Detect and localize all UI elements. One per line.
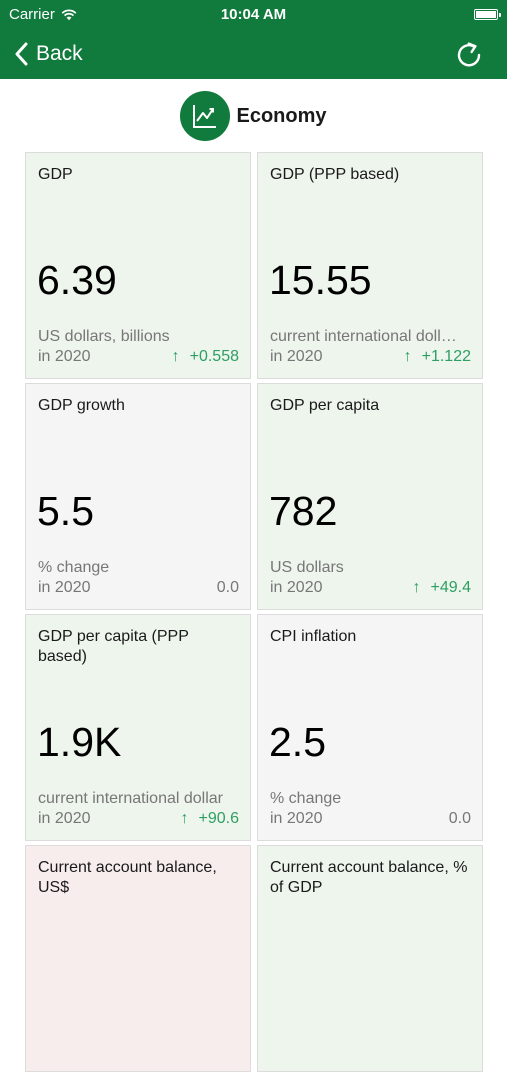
card-change-value: 0.0 <box>448 810 471 827</box>
arrow-up-icon: ↑ <box>403 348 412 365</box>
card-year: in 2020 <box>270 810 323 827</box>
card-year: in 2020 <box>270 348 323 365</box>
card-year: in 2020 <box>38 348 91 365</box>
card-unit: current international dollar <box>38 790 223 807</box>
card-change: ↑ +1.122 <box>404 347 471 367</box>
card-change: 0.0 <box>217 578 239 598</box>
navigation-bar: Back <box>0 30 507 79</box>
section-title: Economy <box>236 104 327 127</box>
arrow-up-icon: ↑ <box>412 579 421 596</box>
card-value: 5.5 <box>37 488 94 534</box>
chevron-left-icon <box>15 42 28 66</box>
indicator-card[interactable]: GDP per capita (PPP based) 1.9K current … <box>25 614 251 841</box>
card-title: GDP per capita <box>270 397 380 414</box>
card-title: CPI inflation <box>270 628 357 645</box>
card-change: 0.0 <box>449 809 471 829</box>
card-year: in 2020 <box>38 579 91 596</box>
arrow-up-icon: ↑ <box>171 348 180 365</box>
battery-icon <box>474 9 501 20</box>
card-change-value: +1.122 <box>421 348 471 365</box>
card-change: ↑ +90.6 <box>181 809 239 829</box>
line-chart-icon <box>180 91 231 141</box>
card-unit: US dollars, billions <box>38 328 170 345</box>
arrow-up-icon: ↑ <box>180 810 189 827</box>
card-unit: % change <box>270 790 342 807</box>
indicator-card[interactable]: CPI inflation 2.5 % change in 2020 0.0 <box>257 614 483 841</box>
indicator-card[interactable]: GDP growth 5.5 % change in 2020 0.0 <box>25 383 251 610</box>
section-header: Economy <box>0 89 507 143</box>
card-unit: current international doll… <box>270 328 457 345</box>
indicator-grid: GDP 6.39 US dollars, billions in 2020 ↑ … <box>25 152 483 1072</box>
card-value: 15.55 <box>269 257 372 303</box>
refresh-button[interactable] <box>454 40 484 70</box>
card-title: Current account balance, US$ <box>38 859 217 896</box>
card-change-value: +90.6 <box>198 810 239 827</box>
card-change-value: +0.558 <box>189 348 239 365</box>
card-unit: US dollars <box>270 559 344 576</box>
back-button[interactable]: Back <box>14 39 83 69</box>
status-time: 10:04 AM <box>220 6 287 23</box>
indicator-card[interactable]: Current account balance, % of GDP <box>257 845 483 1072</box>
card-year: in 2020 <box>270 579 323 596</box>
card-title: GDP per capita (PPP based) <box>38 628 189 665</box>
refresh-icon <box>457 42 481 67</box>
card-title: GDP (PPP based) <box>270 166 400 183</box>
back-label: Back <box>36 42 83 65</box>
card-value: 2.5 <box>269 719 326 765</box>
card-value: 1.9K <box>37 719 122 765</box>
indicator-card[interactable]: Current account balance, US$ <box>25 845 251 1072</box>
card-title: Current account balance, % of GDP <box>270 859 468 896</box>
card-change-value: 0.0 <box>216 579 239 596</box>
card-change: ↑ +49.4 <box>413 578 471 598</box>
indicator-card[interactable]: GDP (PPP based) 15.55 current internatio… <box>257 152 483 379</box>
card-title: GDP <box>38 166 73 183</box>
card-year: in 2020 <box>38 810 91 827</box>
status-bar: Carrier 10:04 AM <box>0 0 507 30</box>
card-change-value: +49.4 <box>430 579 471 596</box>
card-value: 6.39 <box>37 257 117 303</box>
indicator-card[interactable]: GDP per capita 782 US dollars in 2020 ↑ … <box>257 383 483 610</box>
card-value: 782 <box>269 488 338 534</box>
card-change: ↑ +0.558 <box>172 347 239 367</box>
card-title: GDP growth <box>38 397 125 414</box>
indicator-card[interactable]: GDP 6.39 US dollars, billions in 2020 ↑ … <box>25 152 251 379</box>
card-unit: % change <box>38 559 110 576</box>
